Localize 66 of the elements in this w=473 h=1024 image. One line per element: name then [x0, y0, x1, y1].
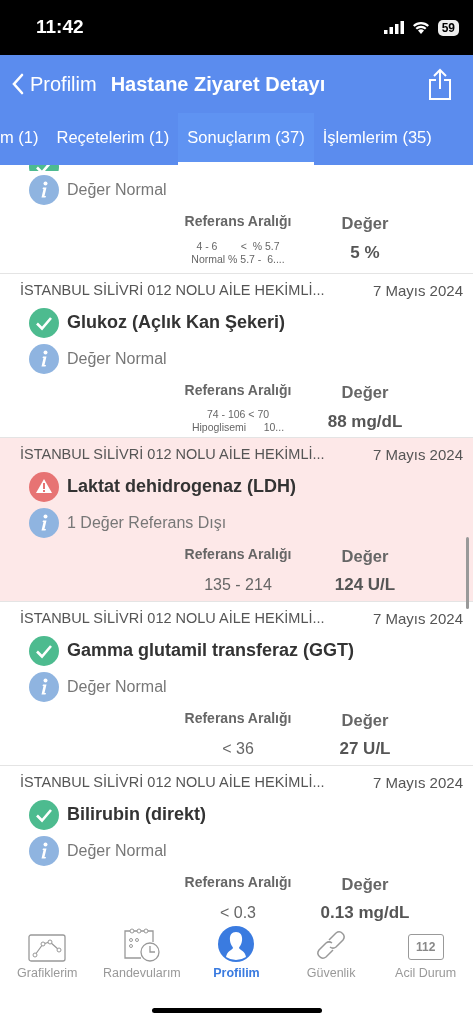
reference-range: < 0.3: [219, 903, 257, 923]
tab-bar-item[interactable]: Grafiklerim: [0, 927, 95, 983]
tab-bar-item[interactable]: Güvenlik: [283, 927, 379, 983]
result-value: 88 mg/dL: [326, 410, 404, 433]
tab[interactable]: İşlemlerim (35): [313, 113, 441, 165]
column-header: Değer: [340, 545, 390, 567]
result-value: 0.13 mg/dL: [319, 902, 411, 925]
result-status-text: Değer Normal: [67, 676, 167, 697]
reference-range: Hipoglisemi 10...: [190, 421, 286, 435]
battery-indicator: 59: [437, 19, 459, 36]
column-header: Değer: [340, 213, 390, 234]
result-status-text: Değer Normal: [67, 180, 167, 200]
reference-range: Normal % 5.7 - 6....: [190, 252, 286, 266]
column-header: Referans Aralığı: [183, 544, 293, 564]
info-icon: [29, 507, 59, 538]
scrollbar: [466, 537, 469, 609]
test-name: Gamma glutamil transferaz (GGT): [67, 639, 355, 662]
profile-icon[interactable]: [218, 926, 255, 963]
info-icon: [29, 835, 59, 866]
wifi-icon: [411, 21, 430, 34]
test-name: Glukoz (Açlık Kan Şekeri): [67, 311, 286, 334]
column-header: Değer: [340, 873, 390, 895]
tab[interactable]: Sonuçlarım (37): [178, 113, 314, 165]
page-title: Hastane Ziyaret Detayı: [110, 72, 326, 97]
info-icon: [29, 175, 59, 205]
facility-name: İSTANBUL SİLİVRİ 012 NOLU AİLE HEKİMLİ...: [20, 773, 325, 793]
info-icon: [29, 343, 59, 374]
facility-name: İSTANBUL SİLİVRİ 012 NOLU AİLE HEKİMLİ...: [20, 445, 325, 465]
result-status-text: 1 Değer Referans Dışı: [67, 512, 227, 533]
emergency-number-icon: 112: [407, 934, 444, 961]
tab-bar-item[interactable]: 112 Acil Durum: [378, 927, 473, 983]
facility-name: İSTANBUL SİLİVRİ 012 NOLU AİLE HEKİMLİ...: [20, 609, 325, 629]
result-status-text: Değer Normal: [67, 840, 167, 861]
tab-bar-item[interactable]: Randevularım: [94, 927, 190, 983]
column-header: Referans Aralığı: [183, 708, 293, 728]
result-date: 7 Mayıs 2024: [372, 609, 463, 629]
calendar-clock-icon: [122, 928, 161, 963]
reference-range: 74 - 106 < 70: [205, 408, 271, 422]
result-value: 5 %: [349, 242, 381, 265]
facility-name: İSTANBUL SİLİVRİ 012 NOLU AİLE HEKİMLİ...: [20, 281, 325, 301]
result-date: 7 Mayıs 2024: [372, 445, 463, 465]
tab[interactable]: m (1): [0, 113, 48, 165]
back-icon[interactable]: [12, 73, 24, 95]
back-button[interactable]: Profilim: [12, 69, 97, 99]
column-header: Değer: [340, 709, 390, 731]
result-date: 7 Mayıs 2024: [372, 281, 463, 301]
test-name: Laktat dehidrogenaz (LDH): [67, 475, 296, 498]
column-header: Referans Aralığı: [183, 212, 293, 231]
result-date: 7 Mayıs 2024: [372, 773, 463, 793]
column-header: Referans Aralığı: [183, 872, 293, 892]
tab-bar-item[interactable]: Profilim: [189, 927, 284, 983]
reference-range: 4 - 6 < % 5.7: [195, 239, 281, 253]
signal-icon: [383, 21, 404, 34]
share-icon[interactable]: [427, 68, 453, 100]
column-header: Referans Aralığı: [183, 380, 293, 400]
tab[interactable]: Reçetelerim (1): [47, 113, 179, 165]
result-value: 27 U/L: [338, 738, 392, 761]
result-value: 124 U/L: [333, 574, 397, 597]
column-header: Değer: [340, 381, 390, 403]
chart-icon: [28, 934, 67, 963]
result-status-text: Değer Normal: [67, 348, 167, 369]
info-icon: [29, 671, 59, 702]
test-name: Bilirubin (direkt): [67, 803, 206, 826]
reference-range: < 36: [221, 739, 255, 759]
clock-time: 11:42: [36, 15, 84, 40]
reference-range: 135 - 214: [203, 575, 273, 595]
